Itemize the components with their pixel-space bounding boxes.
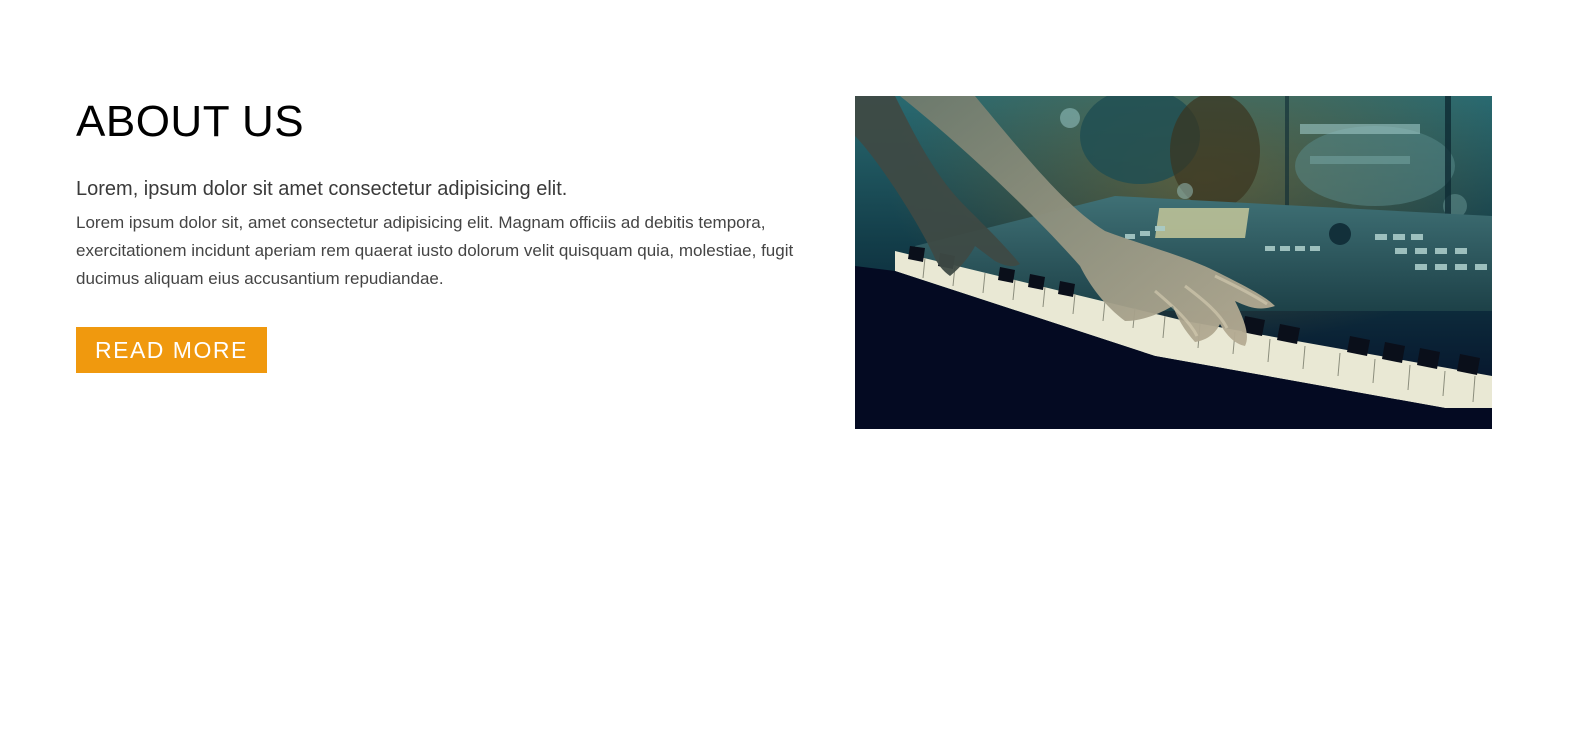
about-text-column: ABOUT US Lorem, ipsum dolor sit amet con… bbox=[76, 96, 836, 373]
keyboard-photo-illustration bbox=[855, 96, 1492, 429]
section-title: ABOUT US bbox=[76, 97, 305, 146]
keyboard-photo bbox=[855, 96, 1492, 429]
about-section: ABOUT US Lorem, ipsum dolor sit amet con… bbox=[0, 0, 1594, 745]
read-more-button[interactable]: READ MORE bbox=[76, 327, 267, 373]
section-body-text: Lorem ipsum dolor sit, amet consectetur … bbox=[76, 213, 794, 288]
section-subtitle: Lorem, ipsum dolor sit amet consectetur … bbox=[76, 178, 568, 200]
